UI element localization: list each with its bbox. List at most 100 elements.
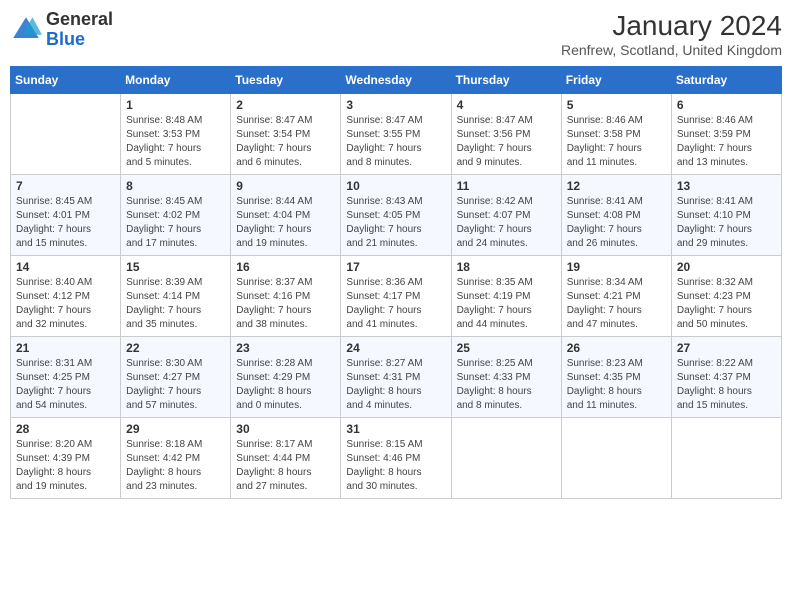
calendar-week-4: 21 Sunrise: 8:31 AM Sunset: 4:25 PM Dayli…	[11, 337, 782, 418]
calendar-cell: 24Sunrise: 8:27 AM Sunset: 4:31 PM Dayli…	[341, 337, 451, 418]
calendar-cell	[561, 418, 671, 499]
day-number: 21	[16, 341, 115, 355]
col-header-wednesday: Wednesday	[341, 67, 451, 94]
day-number: 14	[16, 260, 115, 274]
col-header-sunday: Sunday	[11, 67, 121, 94]
day-number: 1	[126, 98, 225, 112]
day-number: 4	[457, 98, 556, 112]
day-info: Sunrise: 8:18 AM Sunset: 4:42 PM Dayligh…	[126, 438, 225, 494]
day-number: 2	[236, 98, 335, 112]
day-number: 22	[126, 341, 225, 355]
day-info: Sunrise: 8:30 AM Sunset: 4:27 PM Dayligh…	[126, 357, 225, 413]
day-number: 25	[457, 341, 556, 355]
calendar-week-2: 7 Sunrise: 8:45 AM Sunset: 4:01 PM Daylig…	[11, 175, 782, 256]
day-number: 26	[567, 341, 666, 355]
day-number: 9	[236, 179, 335, 193]
day-info: Sunrise: 8:46 AM Sunset: 3:59 PM Dayligh…	[677, 114, 776, 170]
day-number: 6	[677, 98, 776, 112]
day-number: 29	[126, 422, 225, 436]
col-header-monday: Monday	[121, 67, 231, 94]
calendar-cell: 14 Sunrise: 8:40 AM Sunset: 4:12 PM Dayli…	[11, 256, 121, 337]
day-info: Sunrise: 8:47 AM Sunset: 3:54 PM Dayligh…	[236, 114, 335, 170]
day-number: 12	[567, 179, 666, 193]
day-number: 30	[236, 422, 335, 436]
calendar-week-1: 1 Sunrise: 8:48 AM Sunset: 3:53 PM Daylig…	[11, 94, 782, 175]
calendar-cell: 3 Sunrise: 8:47 AM Sunset: 3:55 PM Daylig…	[341, 94, 451, 175]
day-info: Sunrise: 8:42 AM Sunset: 4:07 PM Dayligh…	[457, 195, 556, 251]
day-info: Sunrise: 8:45 AM Sunset: 4:01 PM Dayligh…	[16, 195, 115, 251]
day-info: Sunrise: 8:41 AM Sunset: 4:08 PM Dayligh…	[567, 195, 666, 251]
day-info: Sunrise: 8:46 AM Sunset: 3:58 PM Dayligh…	[567, 114, 666, 170]
calendar-body: 1 Sunrise: 8:48 AM Sunset: 3:53 PM Daylig…	[11, 94, 782, 499]
day-info: Sunrise: 8:20 AM Sunset: 4:39 PM Dayligh…	[16, 438, 115, 494]
day-info: Sunrise: 8:28 AM Sunset: 4:29 PM Dayligh…	[236, 357, 335, 413]
col-header-tuesday: Tuesday	[231, 67, 341, 94]
calendar-cell: 19Sunrise: 8:34 AM Sunset: 4:21 PM Dayli…	[561, 256, 671, 337]
calendar-cell: 8 Sunrise: 8:45 AM Sunset: 4:02 PM Daylig…	[121, 175, 231, 256]
calendar-cell: 13 Sunrise: 8:41 AM Sunset: 4:10 PM Dayli…	[671, 175, 781, 256]
day-info: Sunrise: 8:43 AM Sunset: 4:05 PM Dayligh…	[346, 195, 445, 251]
col-header-saturday: Saturday	[671, 67, 781, 94]
calendar-cell: 21 Sunrise: 8:31 AM Sunset: 4:25 PM Dayli…	[11, 337, 121, 418]
col-header-friday: Friday	[561, 67, 671, 94]
day-info: Sunrise: 8:36 AM Sunset: 4:17 PM Dayligh…	[346, 276, 445, 332]
day-info: Sunrise: 8:45 AM Sunset: 4:02 PM Dayligh…	[126, 195, 225, 251]
calendar-cell: 11 Sunrise: 8:42 AM Sunset: 4:07 PM Dayli…	[451, 175, 561, 256]
logo-icon	[10, 14, 42, 46]
day-info: Sunrise: 8:35 AM Sunset: 4:19 PM Dayligh…	[457, 276, 556, 332]
day-number: 27	[677, 341, 776, 355]
calendar-week-3: 14 Sunrise: 8:40 AM Sunset: 4:12 PM Dayli…	[11, 256, 782, 337]
logo: General Blue	[10, 10, 113, 50]
day-number: 13	[677, 179, 776, 193]
calendar-cell: 12 Sunrise: 8:41 AM Sunset: 4:08 PM Dayli…	[561, 175, 671, 256]
day-info: Sunrise: 8:25 AM Sunset: 4:33 PM Dayligh…	[457, 357, 556, 413]
day-number: 7	[16, 179, 115, 193]
day-info: Sunrise: 8:47 AM Sunset: 3:55 PM Dayligh…	[346, 114, 445, 170]
calendar-cell: 26Sunrise: 8:23 AM Sunset: 4:35 PM Dayli…	[561, 337, 671, 418]
calendar-cell: 25 Sunrise: 8:25 AM Sunset: 4:33 PM Dayli…	[451, 337, 561, 418]
day-info: Sunrise: 8:40 AM Sunset: 4:12 PM Dayligh…	[16, 276, 115, 332]
day-info: Sunrise: 8:31 AM Sunset: 4:25 PM Dayligh…	[16, 357, 115, 413]
day-number: 11	[457, 179, 556, 193]
calendar-header-row: SundayMondayTuesdayWednesdayThursdayFrid…	[11, 67, 782, 94]
calendar-cell: 23 Sunrise: 8:28 AM Sunset: 4:29 PM Dayli…	[231, 337, 341, 418]
day-info: Sunrise: 8:48 AM Sunset: 3:53 PM Dayligh…	[126, 114, 225, 170]
day-info: Sunrise: 8:41 AM Sunset: 4:10 PM Dayligh…	[677, 195, 776, 251]
day-number: 31	[346, 422, 445, 436]
calendar-cell: 20 Sunrise: 8:32 AM Sunset: 4:23 PM Dayli…	[671, 256, 781, 337]
day-number: 16	[236, 260, 335, 274]
day-number: 15	[126, 260, 225, 274]
calendar-cell: 15Sunrise: 8:39 AM Sunset: 4:14 PM Dayli…	[121, 256, 231, 337]
calendar-cell: 7 Sunrise: 8:45 AM Sunset: 4:01 PM Daylig…	[11, 175, 121, 256]
location: Renfrew, Scotland, United Kingdom	[561, 42, 782, 58]
day-number: 23	[236, 341, 335, 355]
day-number: 18	[457, 260, 556, 274]
calendar-cell: 4 Sunrise: 8:47 AM Sunset: 3:56 PM Daylig…	[451, 94, 561, 175]
day-number: 8	[126, 179, 225, 193]
calendar-cell	[11, 94, 121, 175]
day-number: 3	[346, 98, 445, 112]
calendar-cell: 16 Sunrise: 8:37 AM Sunset: 4:16 PM Dayli…	[231, 256, 341, 337]
day-number: 28	[16, 422, 115, 436]
title-area: January 2024 Renfrew, Scotland, United K…	[561, 10, 782, 58]
day-number: 10	[346, 179, 445, 193]
day-info: Sunrise: 8:15 AM Sunset: 4:46 PM Dayligh…	[346, 438, 445, 494]
calendar-cell: 28 Sunrise: 8:20 AM Sunset: 4:39 PM Dayli…	[11, 418, 121, 499]
calendar-cell: 27 Sunrise: 8:22 AM Sunset: 4:37 PM Dayli…	[671, 337, 781, 418]
calendar-cell: 30Sunrise: 8:17 AM Sunset: 4:44 PM Dayli…	[231, 418, 341, 499]
header: General Blue January 2024 Renfrew, Scotl…	[10, 10, 782, 58]
day-info: Sunrise: 8:22 AM Sunset: 4:37 PM Dayligh…	[677, 357, 776, 413]
calendar-cell: 17 Sunrise: 8:36 AM Sunset: 4:17 PM Dayli…	[341, 256, 451, 337]
calendar-cell: 10 Sunrise: 8:43 AM Sunset: 4:05 PM Dayli…	[341, 175, 451, 256]
day-info: Sunrise: 8:34 AM Sunset: 4:21 PM Dayligh…	[567, 276, 666, 332]
calendar-cell: 1 Sunrise: 8:48 AM Sunset: 3:53 PM Daylig…	[121, 94, 231, 175]
day-number: 17	[346, 260, 445, 274]
calendar-cell: 9Sunrise: 8:44 AM Sunset: 4:04 PM Daylig…	[231, 175, 341, 256]
calendar-cell	[671, 418, 781, 499]
calendar-cell: 5Sunrise: 8:46 AM Sunset: 3:58 PM Daylig…	[561, 94, 671, 175]
col-header-thursday: Thursday	[451, 67, 561, 94]
day-info: Sunrise: 8:32 AM Sunset: 4:23 PM Dayligh…	[677, 276, 776, 332]
day-number: 20	[677, 260, 776, 274]
day-info: Sunrise: 8:37 AM Sunset: 4:16 PM Dayligh…	[236, 276, 335, 332]
day-info: Sunrise: 8:47 AM Sunset: 3:56 PM Dayligh…	[457, 114, 556, 170]
